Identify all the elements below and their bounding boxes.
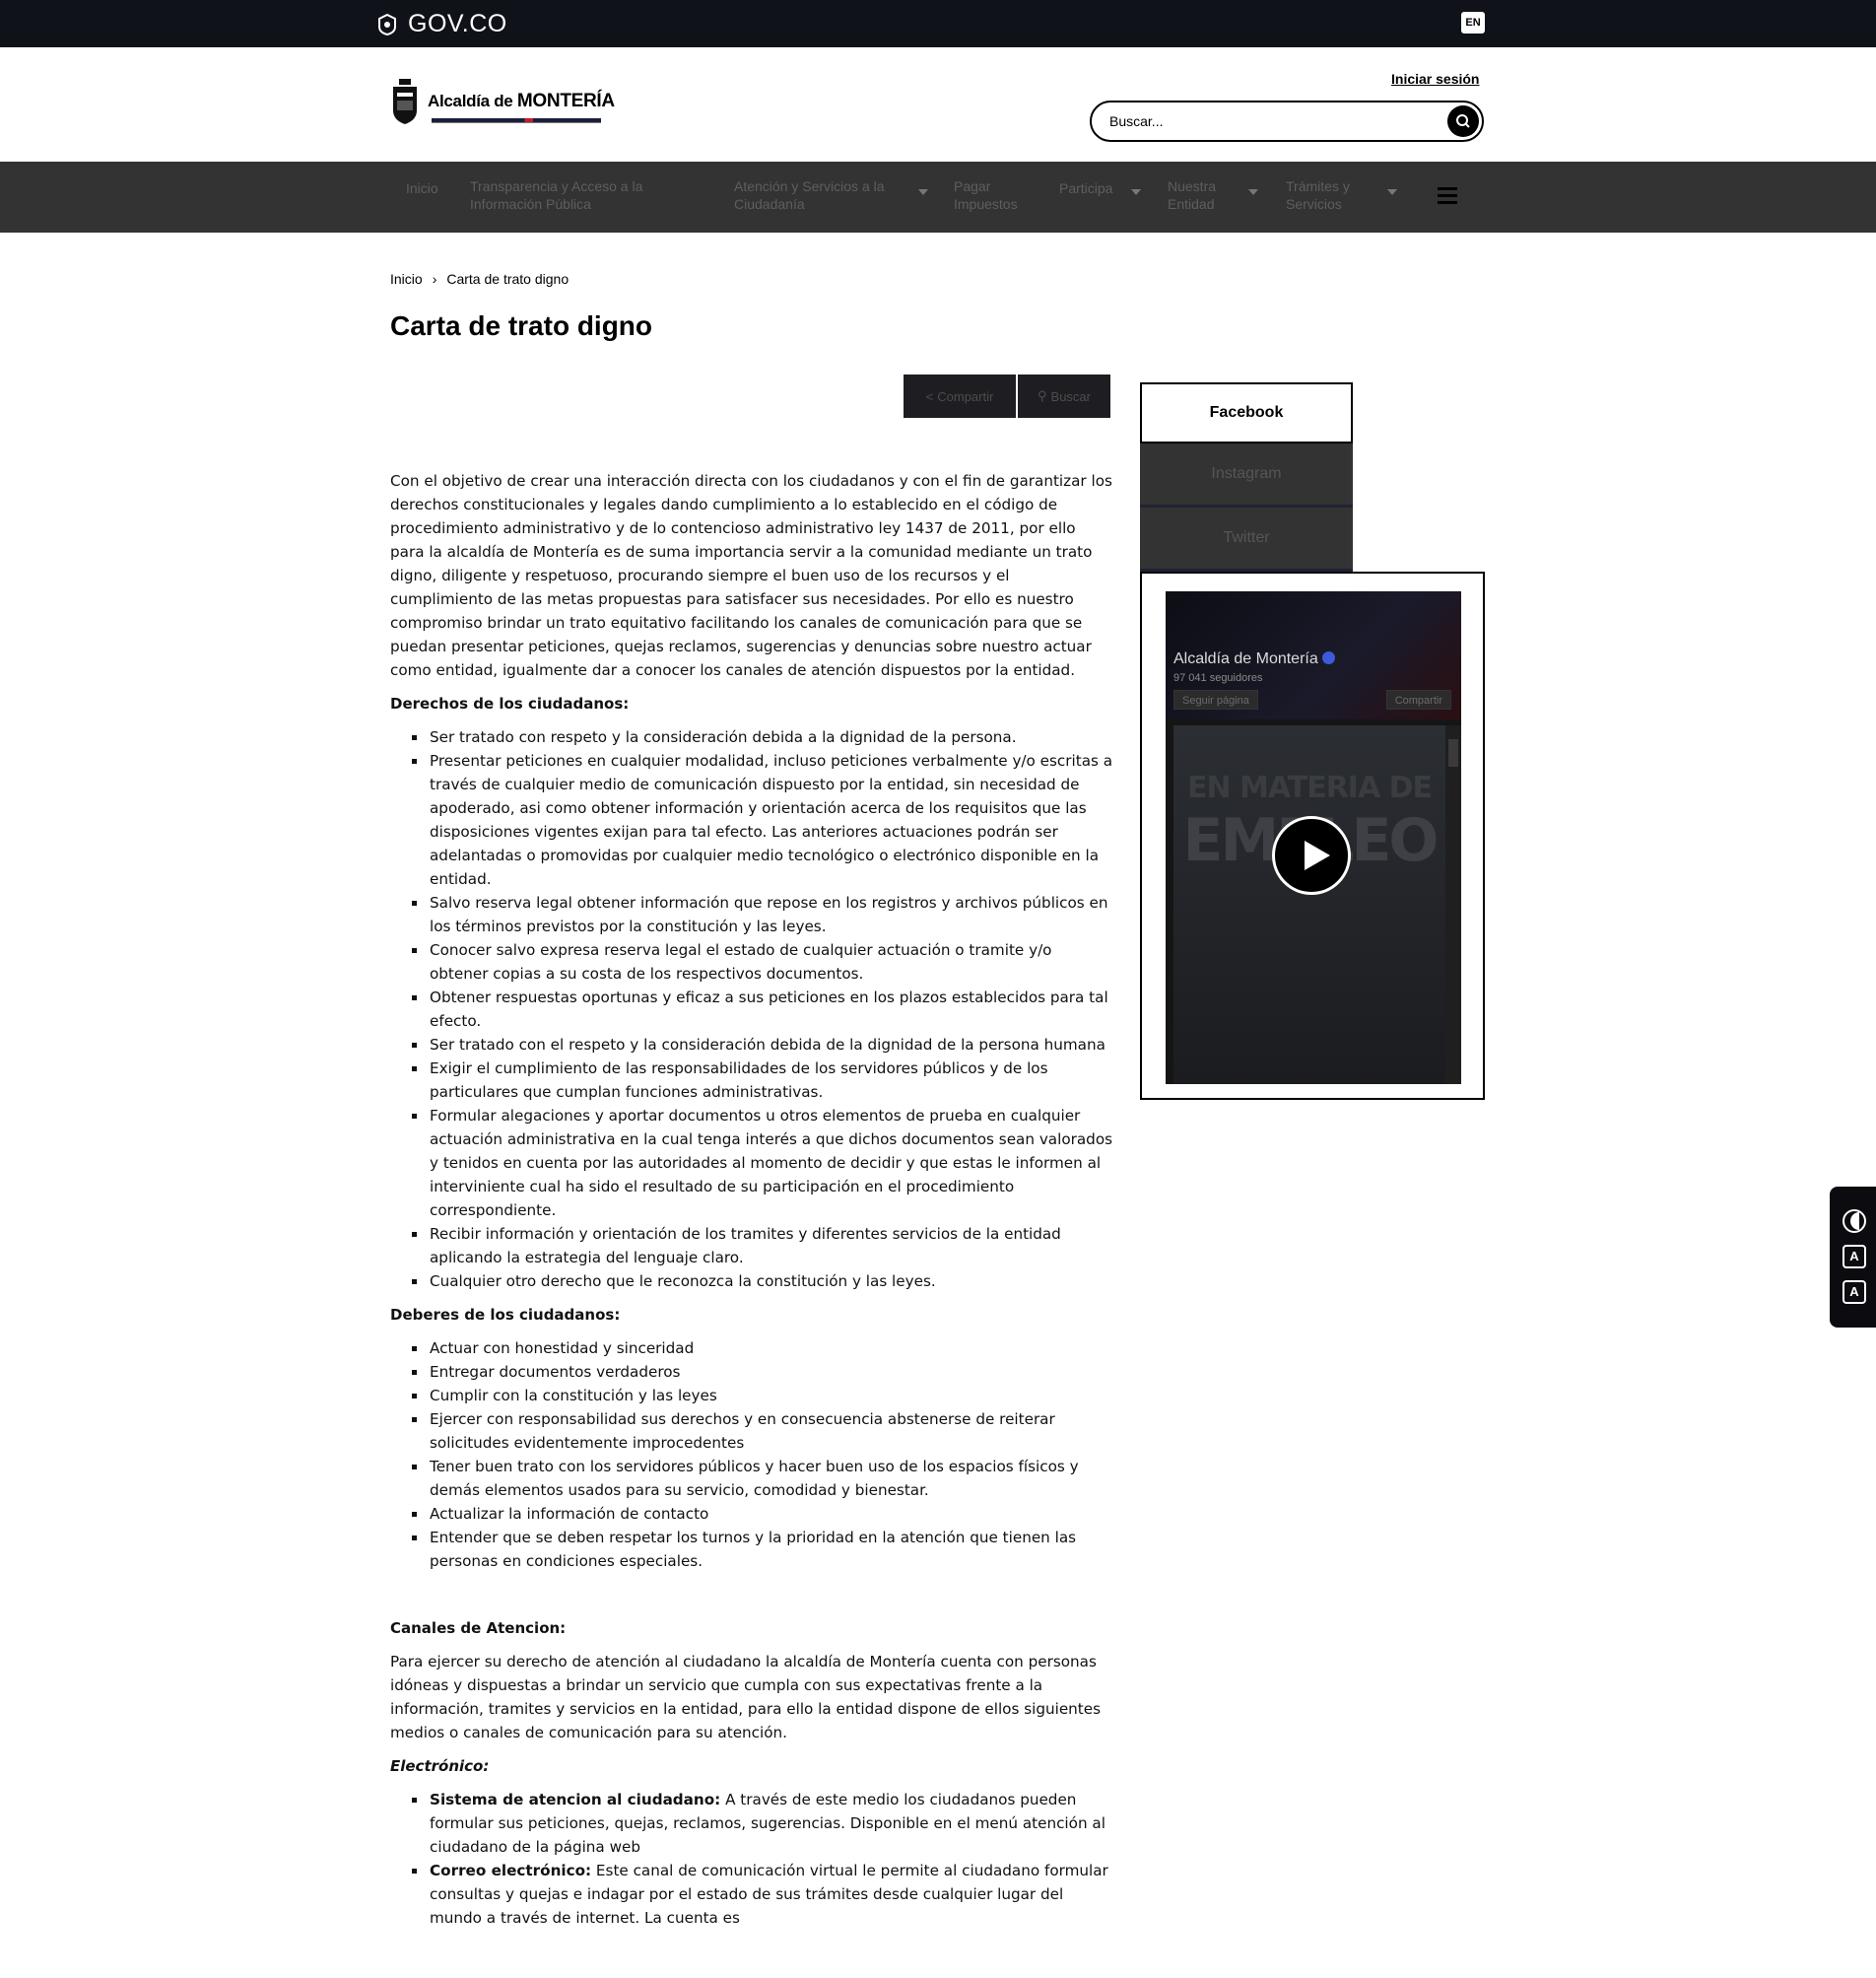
channels-intro: Para ejercer su derecho de atención al c… bbox=[390, 1653, 1101, 1741]
article-content: Con el objetivo de crear una interacción… bbox=[390, 469, 1113, 1940]
chevron-down-icon bbox=[1131, 189, 1141, 195]
nav-item-tramites[interactable]: Trámites y Servicios bbox=[1286, 177, 1365, 213]
logo-underline bbox=[432, 118, 601, 123]
list-item: Ser tratado con el respeto y la consider… bbox=[412, 1033, 1113, 1057]
govco-brand-label: GOV.CO bbox=[408, 10, 507, 37]
page-search-button[interactable]: ⚲ Buscar bbox=[1018, 375, 1110, 418]
list-item: Cualquier otro derecho que le reconozca … bbox=[412, 1269, 1113, 1293]
facebook-share-button[interactable]: Compartir bbox=[1385, 690, 1451, 710]
search-icon: ⚲ bbox=[1038, 388, 1047, 403]
channels-heading: Canales de Atencion: bbox=[390, 1619, 567, 1637]
search-icon bbox=[1456, 114, 1470, 128]
share-button-label: Compartir bbox=[937, 388, 994, 404]
chevron-down-icon bbox=[1387, 189, 1397, 195]
list-item: Presentar peticiones en cualquier modali… bbox=[412, 749, 1113, 891]
list-item: Actualizar la información de contacto bbox=[412, 1502, 1113, 1526]
list-item: Formular alegaciones y aportar documento… bbox=[412, 1104, 1113, 1222]
chevron-down-icon bbox=[918, 189, 928, 195]
font-decrease-button[interactable]: A bbox=[1842, 1245, 1866, 1268]
alcaldia-logo[interactable]: Alcaldía de MONTERÍA bbox=[390, 77, 615, 126]
breadcrumb-current: Carta de trato digno bbox=[446, 271, 570, 287]
list-item: Obtener respuestas oportunas y eficaz a … bbox=[412, 986, 1113, 1033]
list-item: Entregar documentos verdaderos bbox=[412, 1360, 1113, 1384]
page-title: Carta de trato digno bbox=[390, 310, 653, 341]
facebook-panel: Alcaldía de Montería 97 041 seguidores S… bbox=[1140, 572, 1485, 1100]
language-toggle-button[interactable]: EN bbox=[1461, 12, 1485, 34]
search-input[interactable] bbox=[1109, 110, 1425, 132]
list-item: Ejercer con responsabilidad sus derechos… bbox=[412, 1407, 1113, 1455]
tab-facebook[interactable]: Facebook bbox=[1140, 382, 1353, 443]
nav-item-participa[interactable]: Participa bbox=[1059, 179, 1112, 197]
duties-heading: Deberes de los ciudadanos: bbox=[390, 1306, 621, 1324]
video-caption-1: EN MATERIA DE bbox=[1186, 771, 1433, 805]
logo-text-prefix: Alcaldía de bbox=[428, 92, 513, 110]
electronic-channels-list: Sistema de atencion al ciudadano: A trav… bbox=[412, 1788, 1113, 1930]
font-increase-button[interactable]: A bbox=[1842, 1280, 1866, 1304]
nav-item-inicio[interactable]: Inicio bbox=[406, 179, 438, 197]
page-search-button-label: Buscar bbox=[1050, 388, 1091, 404]
site-header: Alcaldía de MONTERÍA Iniciar sesión bbox=[0, 47, 1876, 162]
list-item: Entender que se deben respetar los turno… bbox=[412, 1526, 1113, 1573]
list-item: Recibir información y orientación de los… bbox=[412, 1222, 1113, 1269]
login-link[interactable]: Iniciar sesión bbox=[1391, 71, 1479, 87]
list-item: Sistema de atencion al ciudadano: A trav… bbox=[412, 1788, 1113, 1859]
facebook-embed: Alcaldía de Montería 97 041 seguidores S… bbox=[1166, 591, 1461, 1084]
verified-icon bbox=[1322, 651, 1336, 664]
list-item: Tener buen trato con los servidores públ… bbox=[412, 1455, 1113, 1502]
accessibility-widget: A A bbox=[1830, 1187, 1876, 1328]
facebook-page-name[interactable]: Alcaldía de Montería bbox=[1173, 650, 1336, 668]
coat-of-arms-icon bbox=[393, 79, 417, 124]
list-item: Ser tratado con respeto y la consideraci… bbox=[412, 725, 1113, 749]
govco-bar: GOV.CO EN bbox=[0, 0, 1876, 47]
chevron-down-icon bbox=[1248, 189, 1258, 195]
menu-icon[interactable] bbox=[1438, 187, 1457, 208]
follow-page-button[interactable]: Seguir página bbox=[1173, 690, 1258, 710]
nav-item-atencion[interactable]: Atención y Servicios a la Ciudadanía bbox=[734, 177, 916, 213]
list-item: Actuar con honestidad y sinceridad bbox=[412, 1336, 1113, 1360]
article-intro: Con el objetivo de crear una interacción… bbox=[390, 472, 1112, 679]
list-item: Salvo reserva legal obtener información … bbox=[412, 891, 1113, 938]
tab-twitter[interactable]: Twitter bbox=[1140, 508, 1353, 572]
channel-label: Sistema de atencion al ciudadano: bbox=[430, 1791, 721, 1808]
electronic-heading-text: Electrónico: bbox=[390, 1757, 490, 1775]
rights-heading: Derechos de los ciudadanos: bbox=[390, 695, 630, 713]
breadcrumb-home-link[interactable]: Inicio bbox=[390, 271, 423, 287]
list-item: Conocer salvo expresa reserva legal el e… bbox=[412, 938, 1113, 986]
contrast-icon[interactable] bbox=[1842, 1209, 1866, 1233]
social-tabs: Facebook Instagram Twitter bbox=[1140, 382, 1353, 572]
facebook-followers: 97 041 seguidores bbox=[1173, 672, 1263, 684]
chevron-right-icon: › bbox=[432, 271, 437, 287]
list-item: Exigir el cumplimiento de las responsabi… bbox=[412, 1057, 1113, 1104]
facebook-video[interactable]: EN MATERIA DE EMPLEO bbox=[1173, 725, 1445, 1084]
search-button[interactable] bbox=[1447, 105, 1479, 137]
duties-list: Actuar con honestidad y sinceridad Entre… bbox=[412, 1336, 1113, 1573]
rights-list: Ser tratado con respeto y la consideraci… bbox=[412, 725, 1113, 1293]
channel-label: Correo electrónico: bbox=[430, 1862, 592, 1879]
govco-logo-icon bbox=[378, 13, 396, 35]
tab-instagram[interactable]: Instagram bbox=[1140, 443, 1353, 508]
nav-item-nuestra-entidad[interactable]: Nuestra Entidad bbox=[1168, 177, 1237, 213]
search-box bbox=[1090, 101, 1484, 142]
share-icon: < bbox=[925, 388, 934, 404]
list-item: Cumplir con la constitución y las leyes bbox=[412, 1384, 1113, 1407]
facebook-page-name-text: Alcaldía de Montería bbox=[1173, 650, 1318, 667]
list-item: Correo electrónico: Este canal de comuni… bbox=[412, 1859, 1113, 1930]
electronic-heading: Electrónico: bbox=[390, 1754, 1113, 1778]
main-nav: Inicio Transparencia y Acceso a la Infor… bbox=[0, 162, 1876, 233]
share-button[interactable]: < Compartir bbox=[904, 375, 1016, 418]
logo-text: Alcaldía de MONTERÍA bbox=[428, 91, 615, 112]
play-icon[interactable] bbox=[1272, 816, 1351, 895]
breadcrumb: Inicio › Carta de trato digno bbox=[390, 271, 569, 287]
govco-brand[interactable]: GOV.CO bbox=[376, 10, 507, 38]
logo-text-city: MONTERÍA bbox=[516, 91, 615, 111]
nav-item-transparencia[interactable]: Transparencia y Acceso a la Información … bbox=[470, 177, 677, 213]
nav-item-pagar-impuestos[interactable]: Pagar Impuestos bbox=[954, 177, 1033, 213]
scrollbar[interactable] bbox=[1445, 725, 1461, 1084]
